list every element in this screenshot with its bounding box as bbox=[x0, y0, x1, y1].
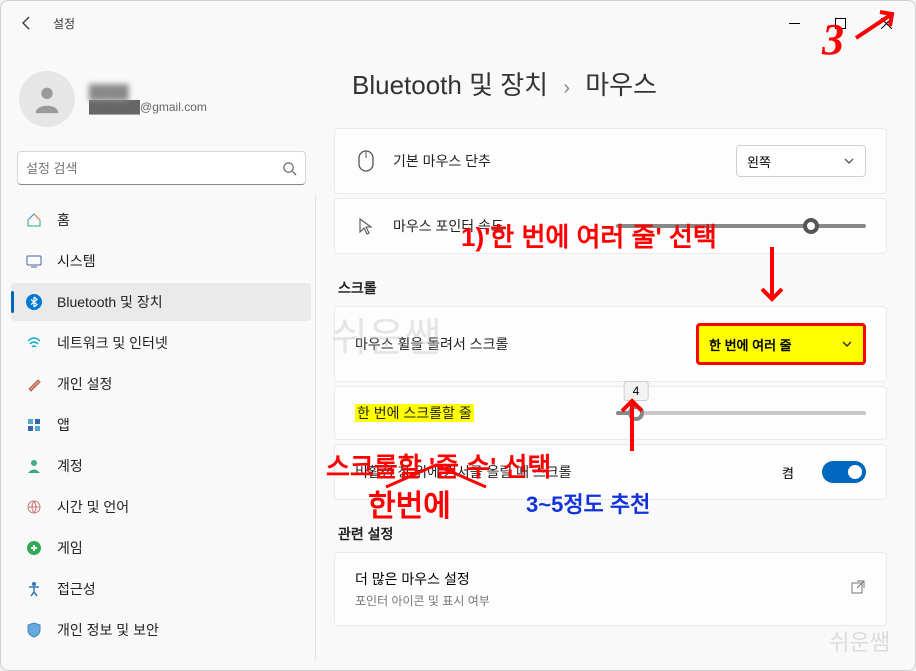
sidebar-item-time-language[interactable]: 시간 및 언어 bbox=[11, 488, 311, 526]
sidebar-item-system[interactable]: 시스템 bbox=[11, 242, 311, 280]
section-related: 관련 설정 bbox=[338, 524, 887, 544]
setting-label: 마우스 포인터 속도 bbox=[393, 216, 600, 236]
dropdown-value: 한 번에 여러 줄 bbox=[709, 335, 792, 354]
pointer-icon bbox=[355, 215, 377, 237]
minimize-icon bbox=[789, 18, 800, 29]
user-name: ████ bbox=[89, 84, 207, 100]
maximize-button[interactable] bbox=[817, 7, 863, 39]
chevron-right-icon: › bbox=[563, 77, 570, 99]
gaming-icon bbox=[25, 539, 43, 557]
pointer-speed-slider[interactable] bbox=[616, 224, 866, 228]
slider-thumb[interactable] bbox=[803, 218, 819, 234]
card-title: 더 많은 마우스 설정 bbox=[355, 569, 834, 589]
accessibility-icon bbox=[25, 580, 43, 598]
person-icon bbox=[30, 82, 64, 116]
chevron-down-icon bbox=[843, 155, 855, 167]
setting-primary-button: 기본 마우스 단추 왼쪽 bbox=[334, 128, 887, 194]
sidebar-item-home[interactable]: 홈 bbox=[11, 201, 311, 239]
setting-lines-at-once: 한 번에 스크롤할 줄 4 bbox=[334, 386, 887, 440]
setting-label: 마우스 휠을 돌려서 스크롤 bbox=[355, 334, 680, 354]
setting-label: 기본 마우스 단추 bbox=[393, 151, 720, 171]
external-link-icon bbox=[850, 579, 866, 600]
mouse-icon bbox=[355, 150, 377, 172]
inactive-hover-toggle[interactable] bbox=[822, 461, 866, 483]
close-button[interactable] bbox=[863, 7, 909, 39]
sidebar-item-label: 개인 설정 bbox=[57, 374, 112, 394]
setting-inactive-hover: 비활성 창 위에 커서를 올릴 때 스크롤 켬 bbox=[334, 444, 887, 500]
sidebar-item-label: Bluetooth 및 장치 bbox=[57, 292, 163, 312]
search-input[interactable] bbox=[26, 161, 282, 176]
user-email: ██████@gmail.com bbox=[89, 100, 207, 114]
setting-pointer-speed: 마우스 포인터 속도 bbox=[334, 198, 887, 254]
breadcrumb-current: 마우스 bbox=[585, 70, 657, 100]
sidebar-item-label: 네트워크 및 인터넷 bbox=[57, 333, 168, 353]
sidebar-item-label: 시간 및 언어 bbox=[57, 497, 129, 517]
setting-label: 비활성 창 위에 커서를 올릴 때 스크롤 bbox=[355, 462, 766, 482]
sidebar-item-label: 개인 정보 및 보안 bbox=[57, 620, 159, 640]
apps-icon bbox=[25, 416, 43, 434]
sidebar-item-label: 계정 bbox=[57, 456, 83, 476]
chevron-down-icon bbox=[841, 338, 853, 350]
arrow-left-icon bbox=[19, 15, 35, 31]
sidebar-item-label: 게임 bbox=[57, 538, 83, 558]
search-box[interactable] bbox=[17, 151, 306, 185]
sidebar-item-update[interactable]: Windows 업데이트 bbox=[11, 652, 311, 660]
sidebar-item-accounts[interactable]: 계정 bbox=[11, 447, 311, 485]
sidebar-item-bluetooth[interactable]: Bluetooth 및 장치 bbox=[11, 283, 311, 321]
back-button[interactable] bbox=[15, 11, 39, 35]
main-content: Bluetooth 및 장치 › 마우스 기본 마우스 단추 왼쪽 마우스 포인… bbox=[316, 45, 915, 670]
shield-icon bbox=[25, 621, 43, 639]
sidebar-item-personalization[interactable]: 개인 설정 bbox=[11, 365, 311, 403]
brush-icon bbox=[25, 375, 43, 393]
avatar bbox=[19, 71, 75, 127]
sidebar-item-label: 홈 bbox=[57, 210, 70, 230]
card-subtitle: 포인터 아이콘 및 표시 여부 bbox=[355, 592, 834, 609]
more-mouse-settings[interactable]: 더 많은 마우스 설정 포인터 아이콘 및 표시 여부 bbox=[334, 552, 887, 626]
system-icon bbox=[25, 252, 43, 270]
sidebar-item-accessibility[interactable]: 접근성 bbox=[11, 570, 311, 608]
app-title: 설정 bbox=[53, 15, 75, 32]
sidebar-item-apps[interactable]: 앱 bbox=[11, 406, 311, 444]
close-icon bbox=[881, 18, 892, 29]
globe-icon bbox=[25, 498, 43, 516]
wheel-scroll-dropdown[interactable]: 한 번에 여러 줄 bbox=[696, 323, 866, 365]
search-icon bbox=[282, 161, 297, 176]
sidebar-item-label: 시스템 bbox=[57, 251, 96, 271]
lines-slider[interactable]: 4 bbox=[616, 411, 866, 415]
sidebar: ████ ██████@gmail.com 홈 시스템 Bluetooth 및 … bbox=[1, 45, 316, 670]
breadcrumb: Bluetooth 및 장치 › 마우스 bbox=[334, 65, 887, 102]
sidebar-item-gaming[interactable]: 게임 bbox=[11, 529, 311, 567]
primary-button-dropdown[interactable]: 왼쪽 bbox=[736, 145, 866, 177]
minimize-button[interactable] bbox=[771, 7, 817, 39]
title-bar: 설정 bbox=[1, 1, 915, 45]
sidebar-item-label: 앱 bbox=[57, 415, 70, 435]
sidebar-item-label: 접근성 bbox=[57, 579, 96, 599]
home-icon bbox=[25, 211, 43, 229]
slider-tooltip: 4 bbox=[624, 381, 649, 401]
account-icon bbox=[25, 457, 43, 475]
nav-list: 홈 시스템 Bluetooth 및 장치 네트워크 및 인터넷 개인 설정 앱 … bbox=[7, 195, 316, 660]
setting-label: 한 번에 스크롤할 줄 bbox=[355, 403, 600, 423]
user-block[interactable]: ████ ██████@gmail.com bbox=[7, 55, 316, 151]
setting-wheel-scroll: 마우스 휠을 돌려서 스크롤 한 번에 여러 줄 bbox=[334, 306, 887, 382]
dropdown-value: 왼쪽 bbox=[747, 152, 771, 171]
slider-thumb[interactable] bbox=[628, 405, 644, 421]
bluetooth-icon bbox=[25, 293, 43, 311]
sidebar-item-network[interactable]: 네트워크 및 인터넷 bbox=[11, 324, 311, 362]
sidebar-item-privacy[interactable]: 개인 정보 및 보안 bbox=[11, 611, 311, 649]
section-scroll: 스크롤 bbox=[338, 278, 887, 298]
wifi-icon bbox=[25, 334, 43, 352]
maximize-icon bbox=[835, 18, 846, 29]
breadcrumb-parent[interactable]: Bluetooth 및 장치 bbox=[352, 70, 548, 100]
toggle-state-text: 켬 bbox=[782, 463, 794, 482]
